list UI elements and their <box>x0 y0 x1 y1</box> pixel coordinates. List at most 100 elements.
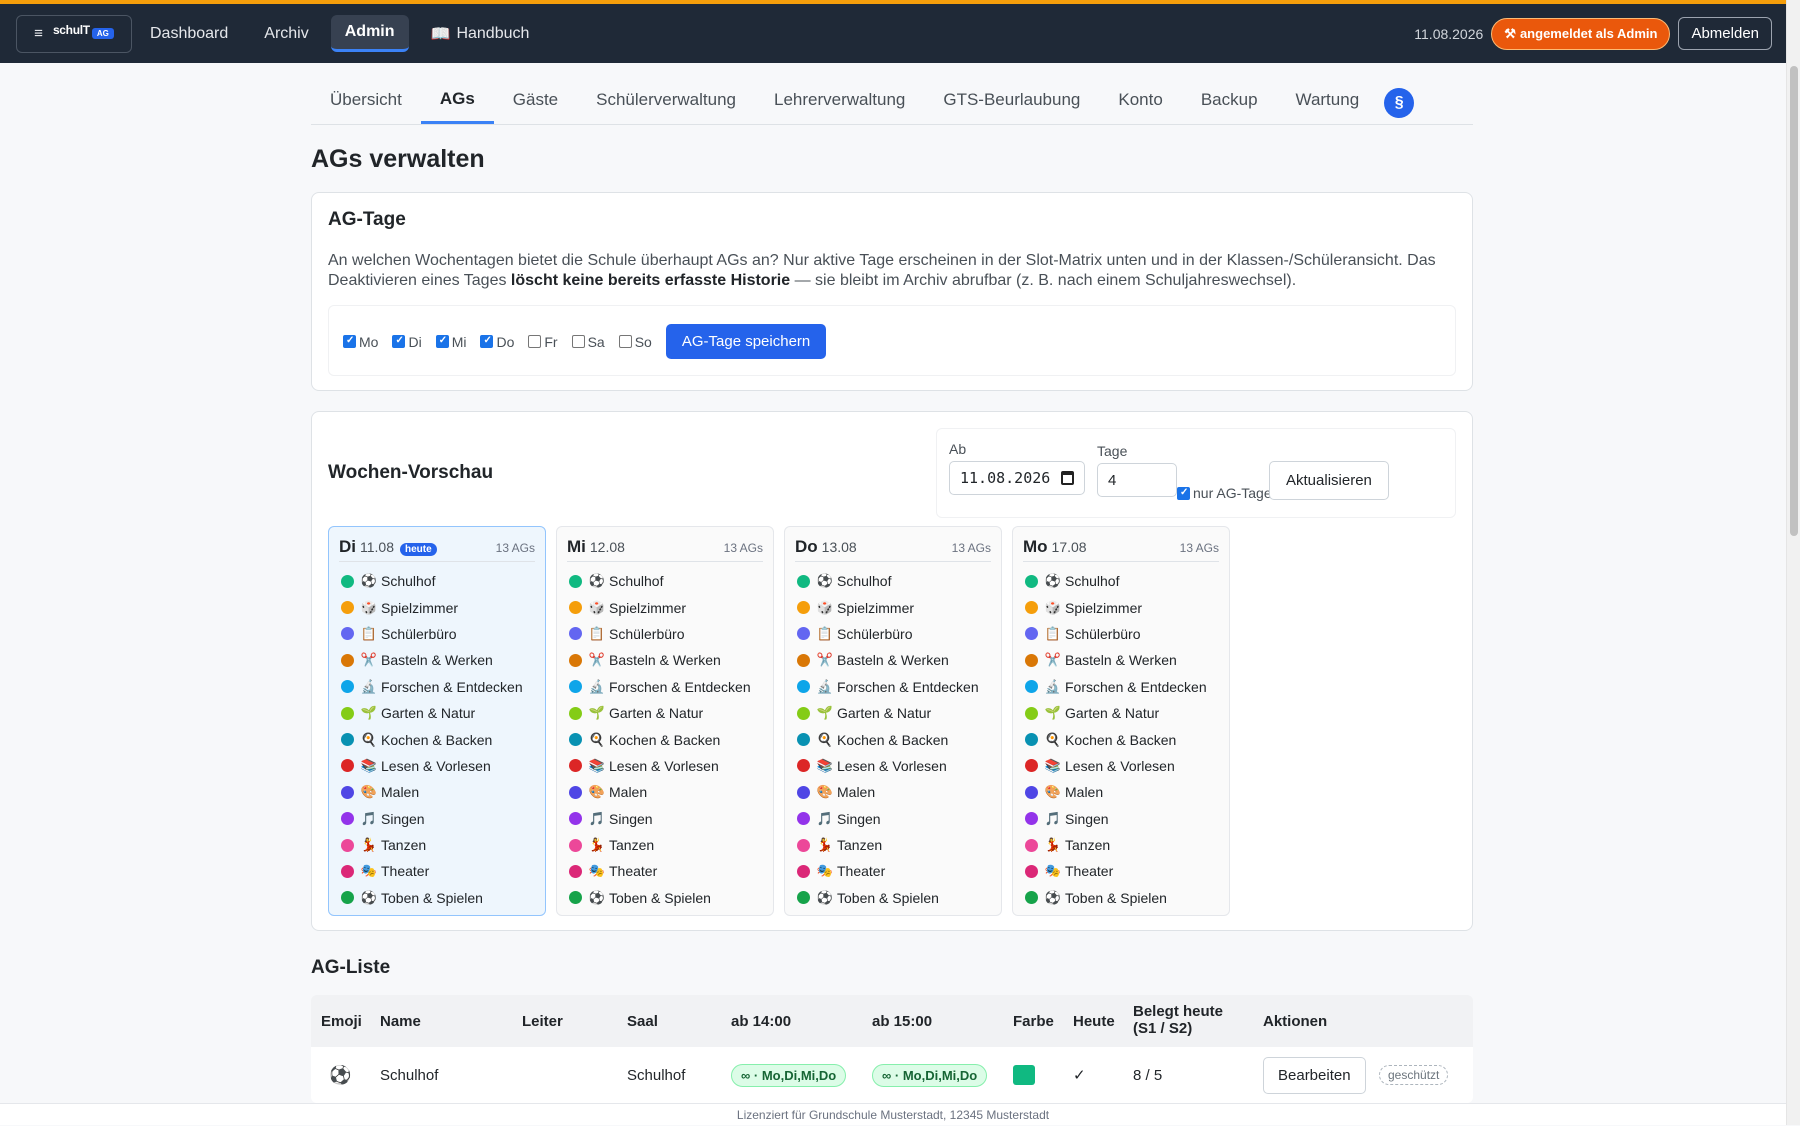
day-checkbox-sa[interactable]: Sa <box>571 334 605 350</box>
list-item[interactable]: 🎭 Theater <box>567 858 763 884</box>
tab-backup[interactable]: Backup <box>1182 90 1277 124</box>
day-checkbox-box[interactable] <box>618 335 632 348</box>
list-item[interactable]: 🔬 Forschen & Entdecken <box>795 674 991 700</box>
list-item[interactable]: ⚽ Schulhof <box>1023 568 1219 594</box>
edit-button[interactable]: Bearbeiten <box>1263 1056 1366 1094</box>
list-item[interactable]: ✂️ Basteln & Werken <box>1023 647 1219 673</box>
tab-gts-beurlaubung[interactable]: GTS-Beurlaubung <box>924 90 1099 124</box>
list-item[interactable]: 🌱 Garten & Natur <box>795 700 991 726</box>
list-item[interactable]: 🎨 Malen <box>567 779 763 805</box>
list-item[interactable]: 🎲 Spielzimmer <box>567 594 763 620</box>
logout-button[interactable]: Abmelden <box>1678 17 1772 50</box>
list-item[interactable]: ✂️ Basteln & Werken <box>339 647 535 673</box>
list-item[interactable]: 🔬 Forschen & Entdecken <box>339 674 535 700</box>
day-checkbox-box[interactable] <box>392 335 406 348</box>
day-checkbox-box[interactable] <box>528 335 542 348</box>
tab-wartung[interactable]: Wartung <box>1277 90 1379 124</box>
nav-archiv[interactable]: Archiv <box>246 4 326 63</box>
day-checkbox-di[interactable]: Di <box>392 334 422 350</box>
nav-dashboard[interactable]: Dashboard <box>132 4 246 63</box>
list-item[interactable]: 🎵 Singen <box>567 806 763 832</box>
day-checkbox-fr[interactable]: Fr <box>528 333 558 350</box>
tab-konto[interactable]: Konto <box>1099 90 1181 124</box>
list-item[interactable]: ⚽ Toben & Spielen <box>1023 885 1219 911</box>
list-item[interactable]: ✂️ Basteln & Werken <box>567 647 763 673</box>
from-date-input[interactable]: 11.08.2026 <box>949 461 1085 495</box>
day-checkbox-box[interactable] <box>571 335 585 348</box>
list-item[interactable]: 📚 Lesen & Vorlesen <box>567 753 763 779</box>
list-item[interactable]: ⚽ Toben & Spielen <box>795 885 991 911</box>
day-checkbox-box[interactable] <box>480 335 494 348</box>
list-item[interactable]: 🔬 Forschen & Entdecken <box>1023 674 1219 700</box>
list-item[interactable]: 📋 Schülerbüro <box>567 621 763 647</box>
list-item[interactable]: ⚽ Toben & Spielen <box>567 885 763 911</box>
day-date: 17.08 <box>1051 539 1087 555</box>
list-item[interactable]: 🍳 Kochen & Backen <box>1023 726 1219 752</box>
list-item[interactable]: 🎲 Spielzimmer <box>339 594 535 620</box>
list-item[interactable]: 📋 Schülerbüro <box>795 621 991 647</box>
list-item[interactable]: ⚽ Schulhof <box>339 568 535 594</box>
list-item[interactable]: 🎵 Singen <box>339 806 535 832</box>
list-item[interactable]: 🎭 Theater <box>795 858 991 884</box>
calendar-icon[interactable] <box>1061 471 1074 485</box>
admin-status-badge[interactable]: ⚒ angemeldet als Admin <box>1491 17 1671 50</box>
list-item[interactable]: 📚 Lesen & Vorlesen <box>1023 753 1219 779</box>
list-item[interactable]: 💃 Tanzen <box>795 832 991 858</box>
tab-uebersicht[interactable]: Übersicht <box>311 90 421 124</box>
paragraph-icon[interactable]: § <box>1384 88 1415 118</box>
list-item[interactable]: ✂️ Basteln & Werken <box>795 647 991 673</box>
day-checkbox-box[interactable] <box>435 335 449 348</box>
col-slot2: ab 15:00 <box>872 1012 933 1030</box>
list-item[interactable]: 🍳 Kochen & Backen <box>795 726 991 752</box>
list-item[interactable]: 🌱 Garten & Natur <box>567 700 763 726</box>
page-scrollbar[interactable] <box>1786 0 1800 1125</box>
tab-ags[interactable]: AGs <box>420 89 494 124</box>
day-checkbox-mi[interactable]: Mi <box>435 334 466 350</box>
list-item[interactable]: 💃 Tanzen <box>567 832 763 858</box>
color-dot <box>1025 785 1038 799</box>
list-item[interactable]: 🎨 Malen <box>339 779 535 805</box>
day-checkbox-box[interactable] <box>343 335 356 348</box>
list-item[interactable]: 📚 Lesen & Vorlesen <box>339 753 535 779</box>
list-item[interactable]: 🍳 Kochen & Backen <box>567 726 763 752</box>
list-item[interactable]: 🍳 Kochen & Backen <box>339 726 535 752</box>
list-item[interactable]: 🎨 Malen <box>795 779 991 805</box>
list-item[interactable]: 🎭 Theater <box>339 858 535 884</box>
list-item[interactable]: 📋 Schülerbüro <box>1023 621 1219 647</box>
list-item[interactable]: 💃 Tanzen <box>1023 832 1219 858</box>
save-ag-days-button[interactable]: AG-Tage speichern <box>665 324 827 359</box>
list-item[interactable]: ⚽ Schulhof <box>567 568 763 594</box>
list-item[interactable]: 📚 Lesen & Vorlesen <box>795 753 991 779</box>
ag-emoji-icon: ⚽ <box>360 573 378 589</box>
list-item[interactable]: 🎲 Spielzimmer <box>795 594 991 620</box>
tab-gaeste[interactable]: Gäste <box>494 90 577 124</box>
day-checkbox-label: Fr <box>544 333 558 350</box>
list-item[interactable]: 💃 Tanzen <box>339 832 535 858</box>
nav-handbuch[interactable]: 📖 Handbuch <box>413 4 548 63</box>
day-checkbox-mo[interactable]: Mo <box>343 334 378 350</box>
tab-schuelerverwaltung[interactable]: Schülerverwaltung <box>577 90 755 124</box>
only-ag-days-checkbox[interactable]: nur AG-Tage <box>1177 485 1272 501</box>
brand-menu-button[interactable]: ≡ schulT AG <box>16 14 132 53</box>
list-item[interactable]: 🎵 Singen <box>1023 806 1219 832</box>
tab-lehrerverwaltung[interactable]: Lehrerverwaltung <box>755 90 924 124</box>
list-item[interactable]: ⚽ Schulhof <box>795 568 991 594</box>
color-dot <box>797 733 810 747</box>
list-item[interactable]: ⚽ Toben & Spielen <box>339 885 535 911</box>
list-item[interactable]: 🎲 Spielzimmer <box>1023 594 1219 620</box>
day-checkbox-do[interactable]: Do <box>480 334 514 350</box>
list-item[interactable]: 📋 Schülerbüro <box>339 621 535 647</box>
list-item[interactable]: 🌱 Garten & Natur <box>1023 700 1219 726</box>
day-checkbox-so[interactable]: So <box>618 334 652 350</box>
refresh-button[interactable]: Aktualisieren <box>1269 461 1389 500</box>
ag-emoji-icon: ⚽ <box>588 573 606 589</box>
list-item[interactable]: 🔬 Forschen & Entdecken <box>567 674 763 700</box>
days-input[interactable]: 4 <box>1097 463 1177 497</box>
list-item[interactable]: 🎭 Theater <box>1023 858 1219 884</box>
list-item[interactable]: 🎨 Malen <box>1023 779 1219 805</box>
list-item[interactable]: 🌱 Garten & Natur <box>339 700 535 726</box>
list-item[interactable]: 🎵 Singen <box>795 806 991 832</box>
nav-admin[interactable]: Admin <box>327 4 413 63</box>
scrollbar-thumb[interactable] <box>1790 66 1798 536</box>
only-ag-days-box[interactable] <box>1177 486 1190 500</box>
